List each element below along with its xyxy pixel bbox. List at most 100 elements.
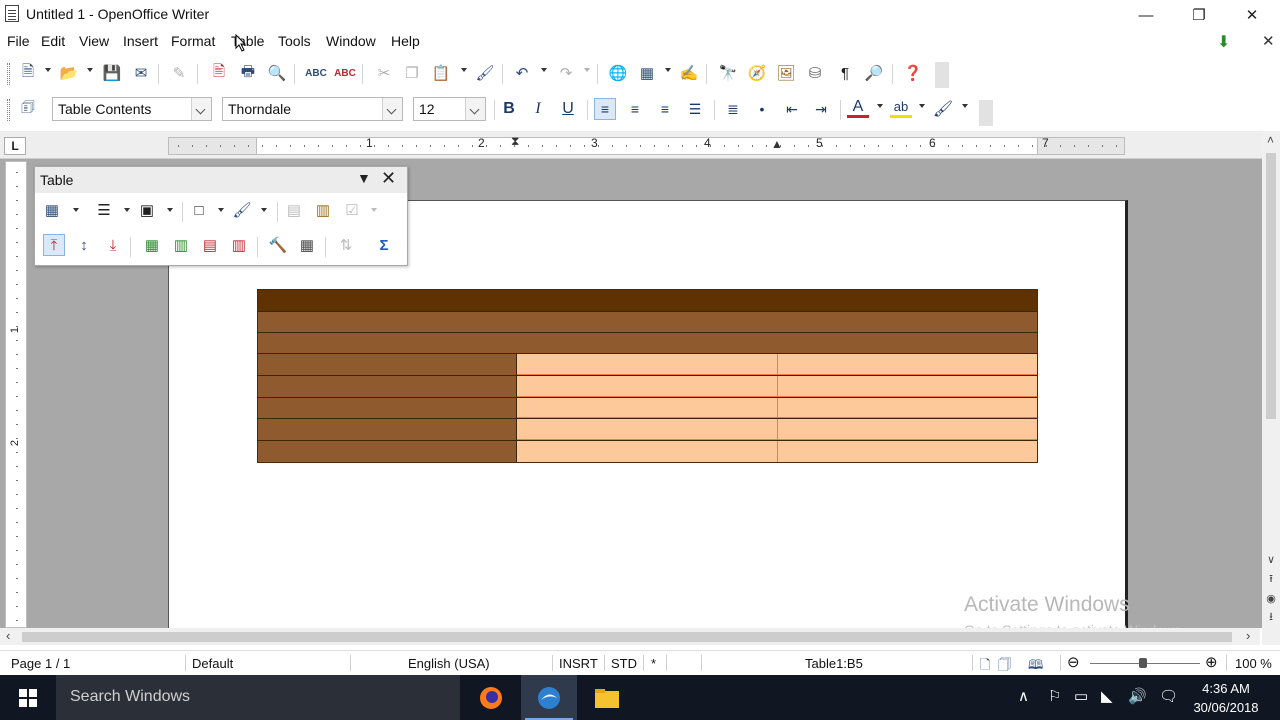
align-bottom-icon[interactable]: ⤓	[102, 234, 124, 256]
background-dropdown-arrow[interactable]	[962, 104, 968, 108]
taskbar-search-box[interactable]: Search Windows	[56, 675, 460, 720]
background-dropdown-arrow[interactable]	[261, 208, 267, 212]
print-preview-icon[interactable]: 🔍	[266, 62, 288, 84]
scroll-right-icon[interactable]: ›	[1246, 628, 1250, 643]
center-vertically-icon[interactable]: ↕	[73, 234, 95, 256]
table-row[interactable]	[258, 376, 1037, 398]
vertical-ruler[interactable]: 1 2	[5, 161, 27, 628]
insert-row-icon[interactable]: ▦	[141, 234, 163, 256]
toolbar-overflow[interactable]	[979, 100, 993, 126]
taskbar-file-explorer[interactable]	[579, 675, 635, 720]
insert-mode[interactable]: INSRT	[559, 656, 598, 671]
table-cell[interactable]	[517, 398, 778, 418]
undo-dropdown-arrow[interactable]	[541, 68, 547, 72]
redo-icon[interactable]: ↷	[555, 62, 577, 84]
table-cell-label[interactable]	[258, 354, 517, 375]
delete-row-icon[interactable]: ▤	[199, 234, 221, 256]
wifi-icon[interactable]: ◣	[1101, 687, 1113, 705]
line-style-dropdown-arrow[interactable]	[124, 208, 130, 212]
zoom-icon[interactable]: 🔎	[863, 62, 885, 84]
battery-icon[interactable]: ▭	[1074, 687, 1088, 705]
sort-icon[interactable]: ⇅	[335, 234, 357, 256]
maximize-button[interactable]: ❐	[1173, 0, 1225, 30]
background-color-icon[interactable]: 🖌	[932, 98, 954, 120]
previous-page-icon[interactable]: ⭱	[1263, 571, 1279, 587]
table-row[interactable]	[258, 312, 1037, 333]
paste-dropdown-arrow[interactable]	[461, 68, 467, 72]
chevron-down-icon[interactable]	[382, 98, 402, 120]
column-marker-icon[interactable]: ▲	[771, 137, 783, 151]
table-cell-label[interactable]	[258, 376, 517, 397]
clone-formatting-icon[interactable]: 🖌	[474, 62, 496, 84]
chevron-down-icon[interactable]	[191, 98, 211, 120]
table-row[interactable]	[258, 290, 1037, 312]
align-top-icon[interactable]: ⤒	[43, 234, 65, 256]
menu-format[interactable]: Format	[171, 33, 215, 49]
volume-icon[interactable]: 🔊	[1128, 687, 1147, 705]
underline-button[interactable]: U	[557, 98, 579, 120]
highlight-icon[interactable]: ab	[890, 98, 912, 118]
open-folder-icon[interactable]: 📂	[58, 62, 80, 84]
align-right-button[interactable]: ≡	[654, 98, 676, 120]
next-page-icon[interactable]: ⭳	[1263, 609, 1279, 625]
styles-formatting-icon[interactable]: 🗊	[17, 98, 39, 120]
document-table[interactable]	[257, 289, 1038, 463]
tab-stop-selector[interactable]: L	[4, 137, 26, 155]
table-toolbar-header[interactable]: Table ▼ ✕	[35, 167, 407, 193]
copy-icon[interactable]: ❐	[401, 62, 423, 84]
vertical-scrollbar[interactable]: ˄ ∨ ⭱ ◉ ⭳	[1262, 131, 1280, 645]
update-available-icon[interactable]: ⬇	[1217, 32, 1230, 52]
line-color-dropdown-arrow[interactable]	[167, 208, 173, 212]
highlight-dropdown-arrow[interactable]	[919, 104, 925, 108]
vertical-scroll-thumb[interactable]	[1266, 153, 1276, 419]
table-row[interactable]	[258, 398, 1037, 419]
autoformat-icon[interactable]: 🔨	[267, 234, 289, 256]
navigation-icon[interactable]: ◉	[1263, 590, 1279, 606]
document-modified[interactable]: *	[651, 656, 656, 671]
font-size-select[interactable]: 12	[413, 97, 486, 121]
increase-indent-icon[interactable]: ⇥	[810, 98, 832, 120]
align-left-button[interactable]: ≡	[594, 98, 616, 120]
taskbar-clock[interactable]: 4:36 AM 30/06/2018	[1186, 679, 1266, 717]
undo-icon[interactable]: ↶	[511, 62, 533, 84]
menu-window[interactable]: Window	[326, 33, 376, 49]
indent-marker-icon[interactable]: ⧗	[511, 134, 519, 149]
new-document-icon[interactable]: 🗎	[17, 62, 39, 84]
align-center-button[interactable]: ≡	[624, 98, 646, 120]
taskbar-firefox[interactable]	[463, 675, 519, 720]
new-dropdown-arrow[interactable]	[45, 68, 51, 72]
merge-cells-icon[interactable]: ▤	[283, 199, 305, 221]
borders-dropdown-arrow[interactable]	[218, 208, 224, 212]
table-cell[interactable]	[517, 419, 778, 440]
zoom-level[interactable]: 100 %	[1235, 656, 1272, 671]
table-row[interactable]	[258, 354, 1037, 376]
data-sources-icon[interactable]: ⛁	[804, 62, 826, 84]
zoom-slider-thumb[interactable]	[1139, 658, 1147, 668]
help-icon[interactable]: ❓	[902, 62, 924, 84]
table-properties-icon[interactable]: ▦	[296, 234, 318, 256]
close-button[interactable]: ✕	[1226, 0, 1278, 30]
toolbar-grip[interactable]	[7, 99, 10, 121]
menu-edit[interactable]: Edit	[41, 33, 65, 49]
table-cell-label[interactable]	[258, 398, 517, 418]
font-name-select[interactable]: Thorndale	[222, 97, 403, 121]
table-row[interactable]	[258, 333, 1037, 354]
scroll-left-icon[interactable]: ‹	[6, 628, 10, 643]
delete-column-icon[interactable]: ▥	[228, 234, 250, 256]
optimize-icon[interactable]: ☑	[341, 199, 363, 221]
paragraph-style-select[interactable]: Table Contents	[52, 97, 212, 121]
taskbar-openoffice[interactable]	[521, 675, 577, 720]
borders-icon[interactable]: □	[188, 199, 210, 221]
menu-view[interactable]: View	[79, 33, 109, 49]
table-grid-dropdown-arrow[interactable]	[73, 208, 79, 212]
table-row[interactable]	[258, 419, 1037, 441]
close-document-icon[interactable]: ✕	[1262, 32, 1275, 50]
horizontal-scroll-thumb[interactable]	[22, 632, 1232, 642]
menu-file[interactable]: File	[7, 33, 30, 49]
page-style[interactable]: Default	[192, 656, 233, 671]
table-row[interactable]	[258, 441, 1037, 462]
menu-tools[interactable]: Tools	[278, 33, 311, 49]
open-dropdown-arrow[interactable]	[87, 68, 93, 72]
optimize-dropdown-arrow[interactable]	[371, 208, 377, 212]
selection-mode[interactable]: STD	[611, 656, 637, 671]
